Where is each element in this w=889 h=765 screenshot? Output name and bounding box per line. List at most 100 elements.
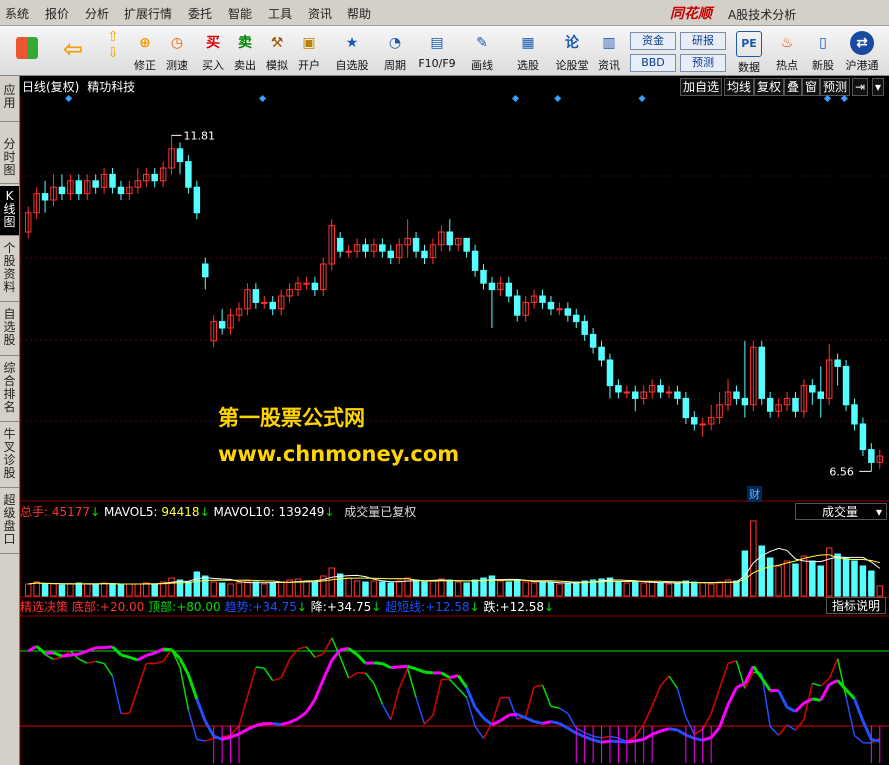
menu-bar: 系统 报价 分析 扩展行情 委托 智能 工具 资讯 帮助 同花顺 A股技术分析 <box>0 0 889 26</box>
fix-button[interactable]: ⊕ 修正 <box>128 29 162 73</box>
fund-flow-button[interactable]: 资金 <box>630 32 676 50</box>
short-term-line <box>128 688 139 714</box>
candle-body <box>513 295 521 316</box>
tab-ranking[interactable]: 综合排名 <box>0 358 19 422</box>
candle-body <box>766 397 774 412</box>
menu-news[interactable]: 资讯 <box>308 5 332 22</box>
short-term-line <box>491 697 502 724</box>
tab-diagnosis-label: 牛叉诊股 <box>3 427 16 480</box>
candle-body <box>185 161 192 188</box>
volume-bar <box>573 581 580 597</box>
tab-watchlist-label: 自选股 <box>3 307 16 347</box>
back-button[interactable]: ⇦ <box>56 29 90 73</box>
draw-line-button[interactable]: ✎ 画线 <box>464 29 500 73</box>
tab-watchlist[interactable]: 自选股 <box>0 304 19 356</box>
speed-test-button[interactable]: ◷ 测速 <box>160 29 194 73</box>
indicator-help-button[interactable]: 指标说明 <box>826 597 886 614</box>
data-button[interactable]: PE 数据 <box>732 29 766 74</box>
hotspot-button[interactable]: ♨ 热点 <box>770 29 804 73</box>
volume-bar <box>252 581 260 597</box>
tab-apps[interactable]: 应用 <box>0 76 19 122</box>
bbd-button[interactable]: BBD <box>630 54 676 72</box>
scroll-up-down-button[interactable]: ⇧ ⇩ <box>100 29 126 73</box>
trend-line <box>297 711 308 720</box>
f10-button[interactable]: ▤ F10/F9 <box>416 29 458 73</box>
menu-extended-market[interactable]: 扩展行情 <box>124 5 172 22</box>
new-stock-button[interactable]: ▯ 新股 <box>806 29 840 73</box>
mavol10-value: 139249 <box>278 505 325 519</box>
short-term-line <box>575 727 586 734</box>
new-stock-icon: ▯ <box>819 35 827 51</box>
menu-tools[interactable]: 工具 <box>268 5 292 22</box>
forecast-button[interactable]: 预测 <box>680 54 726 72</box>
tab-super-panel[interactable]: 超级盘口 <box>0 490 19 554</box>
candle-body <box>362 244 369 252</box>
trend-line <box>70 652 79 657</box>
trend-line <box>52 651 63 658</box>
short-term-line <box>769 726 780 736</box>
volume-bar <box>682 580 690 597</box>
financial-report-badge[interactable]: 财 <box>747 486 762 502</box>
news-button[interactable]: ▥ 资讯 <box>594 29 624 73</box>
volume-bar <box>218 582 226 597</box>
volume-bar <box>674 582 681 597</box>
trend-label: 趋势: <box>224 600 253 614</box>
short-term-line <box>95 660 105 665</box>
total-volume-label: 总手: <box>20 505 49 519</box>
windows-logo-button[interactable] <box>10 29 44 73</box>
watchlist-button[interactable]: ★ 自选股 <box>332 29 372 73</box>
indicator-select[interactable]: 成交量 ▾ <box>795 503 887 520</box>
trend-line <box>508 712 518 717</box>
buy-button[interactable]: 买买入 <box>196 29 230 73</box>
tab-kline[interactable]: K线图 <box>0 186 19 236</box>
volume-bar <box>691 581 698 597</box>
short-term-line <box>643 705 653 725</box>
candle-body <box>446 231 454 246</box>
menu-help[interactable]: 帮助 <box>347 5 371 22</box>
simulate-button[interactable]: ⚒ 模拟 <box>260 29 294 73</box>
menu-quote[interactable]: 报价 <box>45 5 69 22</box>
menu-smart[interactable]: 智能 <box>228 5 252 22</box>
windows-logo-icon <box>16 37 38 59</box>
tab-stock-profile-label: 个股资料 <box>3 241 16 294</box>
candle-body <box>421 250 428 259</box>
hotspot-label: 热点 <box>776 59 798 72</box>
hk-connect-button[interactable]: ⇄ 沪港通 <box>842 29 882 73</box>
volume-bar <box>395 580 403 597</box>
volume-bar <box>471 579 479 597</box>
volume-bar <box>235 582 243 597</box>
sell-button[interactable]: 卖卖出 <box>228 29 262 73</box>
forum-button[interactable]: 论论股堂 <box>552 29 592 73</box>
price-volume-indicator-chart[interactable]: 11.81 6.56 <box>20 76 889 765</box>
tab-intraday[interactable]: 分时图 <box>0 134 19 184</box>
volume-bar <box>353 580 361 597</box>
menu-order[interactable]: 委托 <box>188 5 212 22</box>
trend-line <box>718 704 730 728</box>
tab-diagnosis[interactable]: 牛叉诊股 <box>0 424 19 488</box>
trend-line <box>415 667 426 674</box>
stock-picker-button[interactable]: ▦ 选股 <box>510 29 546 73</box>
tab-stock-profile[interactable]: 个股资料 <box>0 238 19 302</box>
menu-system[interactable]: 系统 <box>5 5 29 22</box>
trend-line <box>685 733 695 740</box>
volume-bar <box>834 553 841 597</box>
trend-line <box>355 653 367 665</box>
candle-body <box>632 391 639 399</box>
side-tabs: 应用 分时图 K线图 个股资料 自选股 综合排名 牛叉诊股 超级盘口 <box>0 76 20 765</box>
volume-bar <box>202 575 209 597</box>
open-account-button[interactable]: ▣ 开户 <box>292 29 326 73</box>
period-button[interactable]: ◔ 周期 <box>376 29 414 73</box>
period-icon: ◔ <box>388 35 402 51</box>
research-report-button[interactable]: 研报 <box>680 32 726 50</box>
forum-label: 论股堂 <box>555 59 589 72</box>
volume-bar <box>33 581 40 597</box>
event-diamond-icon <box>65 94 73 103</box>
trend-line <box>871 738 881 743</box>
menu-analysis[interactable]: 分析 <box>85 5 109 22</box>
down-arrow-icon: ⇩ <box>107 45 119 61</box>
sell-label: 卖出 <box>234 59 256 72</box>
chevron-down-icon: ▾ <box>875 505 882 519</box>
tab-apps-label: 应用 <box>3 83 16 110</box>
trend-line <box>844 688 856 700</box>
candle-body <box>581 321 588 335</box>
